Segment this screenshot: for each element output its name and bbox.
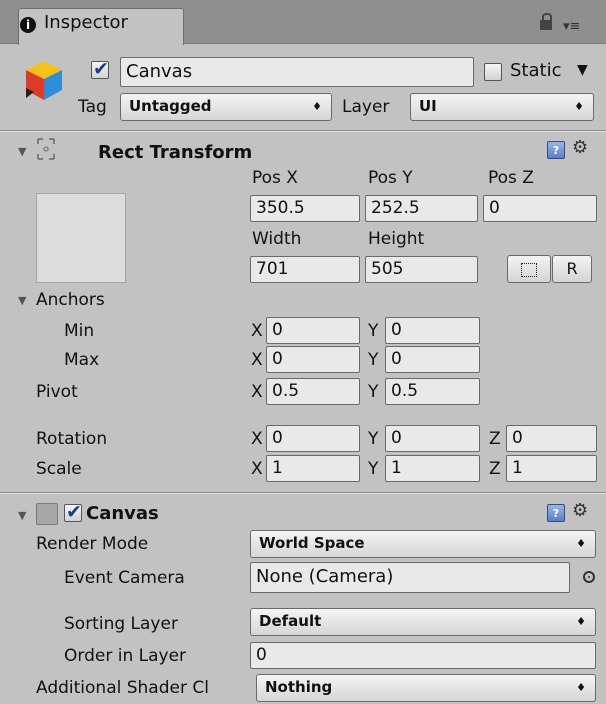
shader-channels-value: Nothing (265, 678, 333, 696)
anchors-max-y-input[interactable]: 0 (385, 346, 480, 373)
tag-dropdown[interactable]: Untagged ♦ (120, 93, 332, 121)
gameobject-cube-icon (22, 58, 66, 102)
scale-y-input[interactable]: 1 (385, 455, 480, 482)
rotation-z-axis-label: Z (489, 429, 501, 449)
height-input[interactable]: 505 (365, 256, 478, 283)
anchors-max-x-input[interactable]: 0 (266, 346, 360, 373)
help-icon[interactable]: ? (547, 141, 565, 159)
rotation-x-axis-label: X (251, 429, 263, 449)
anchors-min-y-input[interactable]: 0 (385, 317, 480, 344)
layer-label: Layer (342, 97, 390, 117)
additional-shader-channels-dropdown[interactable]: Nothing ♦ (256, 674, 596, 702)
anchors-min-label: Min (64, 321, 95, 341)
event-camera-label: Event Camera (64, 568, 185, 588)
anchors-max-x-axis-label: X (251, 350, 263, 370)
gear-icon[interactable]: ⚙ (572, 137, 588, 158)
anchors-min-y-axis-label: Y (368, 321, 379, 341)
width-input[interactable]: 701 (250, 256, 360, 283)
dropdown-arrow-icon: ♦ (576, 681, 586, 694)
order-in-layer-input[interactable]: 0 (250, 642, 596, 669)
order-in-layer-label: Order in Layer (64, 646, 187, 666)
width-label: Width (252, 229, 302, 249)
blueprint-dotted-box-icon (521, 262, 537, 277)
layer-value: UI (419, 97, 437, 115)
pos-x-input[interactable]: 350.5 (250, 195, 360, 222)
dropdown-arrow-icon: ♦ (576, 615, 586, 628)
rotation-label: Rotation (36, 429, 108, 449)
dropdown-arrow-icon: ♦ (576, 537, 586, 550)
anchors-foldout-arrow-icon[interactable]: ▼ (18, 294, 26, 307)
static-dropdown-arrow-icon[interactable]: ▼ (577, 62, 588, 78)
pos-z-input[interactable]: 0 (483, 195, 597, 222)
section-divider (0, 130, 606, 132)
lock-icon[interactable] (540, 13, 552, 30)
event-camera-field[interactable]: None (Camera) (250, 562, 570, 593)
pivot-y-input[interactable]: 0.5 (385, 378, 480, 405)
help-icon[interactable]: ? (547, 504, 565, 522)
pos-y-input[interactable]: 252.5 (365, 195, 478, 222)
sorting-layer-value: Default (259, 612, 322, 630)
inspector-tab-label: Inspector (44, 12, 128, 33)
anchor-presets-preview[interactable] (36, 193, 126, 283)
rect-transform-title: Rect Transform (98, 142, 253, 163)
height-label: Height (368, 229, 425, 249)
additional-shader-channels-label: Additional Shader Cl (36, 678, 209, 698)
tag-value: Untagged (129, 97, 212, 115)
sorting-layer-dropdown[interactable]: Default ♦ (250, 608, 596, 636)
raw-edit-button[interactable]: R (552, 255, 592, 283)
rotation-y-axis-label: Y (368, 429, 379, 449)
foldout-arrow-icon[interactable]: ▼ (18, 145, 26, 158)
scale-x-input[interactable]: 1 (266, 455, 360, 482)
render-mode-label: Render Mode (36, 534, 149, 554)
scale-z-input[interactable]: 1 (506, 455, 597, 482)
scale-z-axis-label: Z (489, 459, 501, 479)
pos-z-label: Pos Z (488, 168, 534, 188)
scale-label: Scale (36, 459, 82, 479)
dropdown-arrow-icon: ♦ (312, 100, 322, 113)
pivot-x-input[interactable]: 0.5 (266, 378, 360, 405)
menu-icon[interactable]: ▾≡ (563, 19, 580, 34)
gameobject-name-input[interactable]: Canvas (120, 57, 474, 87)
gear-icon[interactable]: ⚙ (572, 500, 588, 521)
rotation-z-input[interactable]: 0 (506, 425, 597, 452)
scale-x-axis-label: X (251, 459, 263, 479)
info-icon: i (20, 17, 36, 33)
canvas-enabled-checkbox[interactable]: ✔ (64, 501, 82, 523)
rotation-y-input[interactable]: 0 (385, 425, 480, 452)
sorting-layer-label: Sorting Layer (64, 614, 178, 634)
pivot-x-axis-label: X (251, 382, 263, 402)
anchors-max-y-axis-label: Y (368, 350, 379, 370)
anchors-min-x-input[interactable]: 0 (266, 317, 360, 344)
static-checkbox[interactable] (484, 63, 502, 81)
render-mode-value: World Space (259, 534, 365, 552)
anchors-max-label: Max (64, 350, 100, 370)
canvas-foldout-arrow-icon[interactable]: ▼ (18, 509, 26, 522)
static-label[interactable]: Static (510, 60, 561, 81)
dropdown-arrow-icon: ♦ (574, 100, 584, 113)
section-divider (0, 492, 606, 494)
render-mode-dropdown[interactable]: World Space ♦ (250, 530, 596, 558)
pos-y-label: Pos Y (368, 168, 413, 188)
anchors-label[interactable]: Anchors (36, 290, 105, 310)
blueprint-mode-button[interactable] (507, 255, 551, 283)
pivot-y-axis-label: Y (368, 382, 379, 402)
rect-transform-icon (34, 137, 58, 161)
canvas-component-title: Canvas (86, 503, 159, 524)
anchors-min-x-axis-label: X (251, 321, 263, 341)
rotation-x-input[interactable]: 0 (266, 425, 360, 452)
object-picker-icon[interactable] (583, 571, 595, 583)
active-checkbox[interactable]: ✔ (91, 58, 109, 80)
pos-x-label: Pos X (252, 168, 298, 188)
tag-label: Tag (78, 97, 107, 117)
pivot-label: Pivot (36, 382, 78, 402)
layer-dropdown[interactable]: UI ♦ (410, 93, 594, 121)
canvas-component-icon (36, 503, 58, 525)
scale-y-axis-label: Y (368, 459, 379, 479)
